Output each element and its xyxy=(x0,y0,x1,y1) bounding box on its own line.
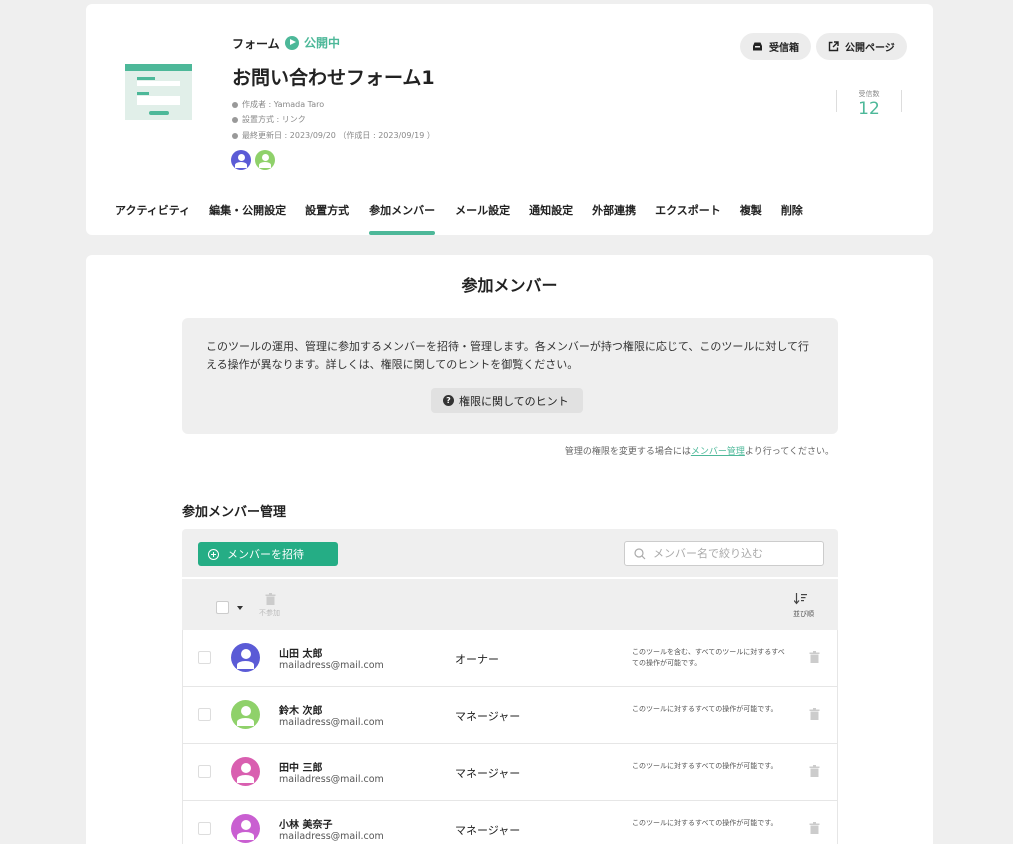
member-name: 山田 太郎 xyxy=(279,649,323,660)
info-text: このツールの運用、管理に参加するメンバーを招待・管理します。各メンバーが持つ権限… xyxy=(206,340,810,371)
received-count-value: 12 xyxy=(858,99,880,119)
question-icon: ? xyxy=(443,395,454,406)
tab-duplicate[interactable]: 複製 xyxy=(740,202,762,235)
member-role: マネージャー xyxy=(455,710,521,723)
trash-icon[interactable] xyxy=(809,708,820,720)
members-card: 参加メンバー このツールの運用、管理に参加するメンバーを招待・管理します。各メン… xyxy=(86,255,933,844)
member-management-link[interactable]: メンバー管理 xyxy=(691,447,745,457)
member-email: mailadress@mail.com xyxy=(279,774,384,785)
tab-members[interactable]: 参加メンバー xyxy=(369,202,436,235)
tab-notification-settings[interactable]: 通知設定 xyxy=(529,202,573,235)
role-description: このツールを含む、すべてのツールに対するすべての操作が可能です。 xyxy=(632,648,785,667)
section-heading: 参加メンバー xyxy=(461,276,558,295)
info-box: このツールの運用、管理に参加するメンバーを招待・管理します。各メンバーが持つ権限… xyxy=(182,318,838,434)
inbox-button-label: 受信箱 xyxy=(769,43,799,54)
publish-status-text: 公開中 xyxy=(304,36,341,50)
meta-dates: 最終更新日 : 2023/09/20 （作成日 : 2023/09/19 ） xyxy=(232,130,435,141)
member-management-title: 参加メンバー管理 xyxy=(182,505,287,520)
member-email: mailadress@mail.com xyxy=(279,717,384,728)
trash-icon[interactable] xyxy=(809,651,820,663)
member-list: 山田 太郎 mailadress@mail.com オーナー このツールを含む、… xyxy=(182,630,838,844)
member-email: mailadress@mail.com xyxy=(279,831,384,842)
table-row: 鈴木 次郎 mailadress@mail.com マネージャー このツールに対… xyxy=(182,687,838,744)
permission-hint-label: 権限に関してのヒント xyxy=(459,394,569,408)
role-description: このツールに対するすべての操作が可能です。 xyxy=(632,705,778,713)
meta-placement: 設置方式 : リンク xyxy=(232,114,306,125)
select-all-checkbox[interactable] xyxy=(216,601,229,614)
member-name: 小林 美奈子 xyxy=(279,820,333,831)
tab-bar: アクティビティ 編集・公開設定 設置方式 参加メンバー メール設定 通知設定 外… xyxy=(115,202,803,235)
plus-circle-icon xyxy=(208,548,219,560)
meta-placement-text: 設置方式 : リンク xyxy=(242,115,306,124)
member-avatars xyxy=(231,150,275,170)
trash-icon[interactable] xyxy=(265,593,276,605)
bullet-icon xyxy=(232,116,238,123)
tab-delete[interactable]: 削除 xyxy=(781,202,803,235)
publish-status: 公開中 xyxy=(285,34,340,51)
member-checkbox[interactable] xyxy=(198,651,211,664)
public-page-button[interactable]: 公開ページ xyxy=(816,33,907,60)
trash-icon[interactable] xyxy=(809,822,820,834)
member-search xyxy=(624,541,824,566)
received-count-label: 受信数 xyxy=(858,90,880,98)
invite-member-label: メンバーを招待 xyxy=(227,548,304,561)
avatar[interactable] xyxy=(231,150,251,170)
avatar xyxy=(231,757,260,786)
public-page-button-label: 公開ページ xyxy=(845,43,895,54)
form-type-label: フォーム xyxy=(232,37,280,51)
table-row: 小林 美奈子 mailadress@mail.com マネージャー このツールに… xyxy=(182,801,838,844)
external-link-icon xyxy=(828,41,839,52)
avatar[interactable] xyxy=(255,150,275,170)
form-header-card: フォーム 公開中 お問い合わせフォーム1 作成者 : Yamada Taro 設… xyxy=(86,4,933,235)
tab-integrations[interactable]: 外部連携 xyxy=(592,202,636,235)
meta-author: 作成者 : Yamada Taro xyxy=(232,99,324,110)
member-checkbox[interactable] xyxy=(198,822,211,835)
member-name: 鈴木 次郎 xyxy=(279,706,323,717)
table-row: 田中 三郎 mailadress@mail.com マネージャー このツールに対… xyxy=(182,744,838,801)
role-description: このツールに対するすべての操作が可能です。 xyxy=(632,819,778,827)
member-checkbox[interactable] xyxy=(198,765,211,778)
received-count: 受信数 12 xyxy=(836,90,902,119)
trash-icon[interactable] xyxy=(809,765,820,777)
tab-export[interactable]: エクスポート xyxy=(655,202,721,235)
member-name: 田中 三郎 xyxy=(279,763,323,774)
sort-icon[interactable] xyxy=(794,593,807,605)
bullet-icon xyxy=(232,132,238,139)
invite-member-button[interactable]: メンバーを招待 xyxy=(198,542,338,566)
avatar xyxy=(231,643,260,672)
member-search-input[interactable] xyxy=(653,547,813,560)
note-text-end: より行ってください。 xyxy=(744,447,834,457)
member-role: マネージャー xyxy=(455,824,521,837)
avatar xyxy=(231,814,260,843)
chevron-down-icon[interactable] xyxy=(237,606,243,610)
inbox-icon xyxy=(753,42,762,51)
search-icon xyxy=(634,547,646,559)
tab-mail-settings[interactable]: メール設定 xyxy=(455,202,510,235)
avatar xyxy=(231,700,260,729)
form-thumbnail-icon xyxy=(125,64,192,120)
role-description: このツールに対するすべての操作が可能です。 xyxy=(632,762,778,770)
member-role: マネージャー xyxy=(455,767,521,780)
member-list-header: 不参加 並び順 xyxy=(182,579,838,630)
sort-label[interactable]: 並び順 xyxy=(793,609,814,619)
play-icon xyxy=(285,35,299,50)
tab-placement[interactable]: 設置方式 xyxy=(305,202,349,235)
bullet-icon xyxy=(232,101,238,108)
inbox-button[interactable]: 受信箱 xyxy=(740,33,811,60)
member-checkbox[interactable] xyxy=(198,708,211,721)
permission-hint-button[interactable]: ? 権限に関してのヒント xyxy=(431,388,583,413)
member-toolbar: メンバーを招待 xyxy=(182,529,838,577)
member-role: オーナー xyxy=(455,653,499,666)
meta-dates-text: 最終更新日 : 2023/09/20 （作成日 : 2023/09/19 ） xyxy=(242,131,435,140)
tab-edit-publish[interactable]: 編集・公開設定 xyxy=(209,202,286,235)
page-title: お問い合わせフォーム1 xyxy=(232,67,435,89)
permission-note: 管理の権限を変更する場合にはメンバー管理より行ってください。 xyxy=(565,444,834,457)
leave-label: 不参加 xyxy=(259,609,280,617)
table-row: 山田 太郎 mailadress@mail.com オーナー このツールを含む、… xyxy=(182,630,838,687)
note-text: 管理の権限を変更する場合には xyxy=(564,447,691,457)
tab-activity[interactable]: アクティビティ xyxy=(115,202,190,235)
member-email: mailadress@mail.com xyxy=(279,660,384,671)
meta-author-text: 作成者 : Yamada Taro xyxy=(242,100,325,109)
